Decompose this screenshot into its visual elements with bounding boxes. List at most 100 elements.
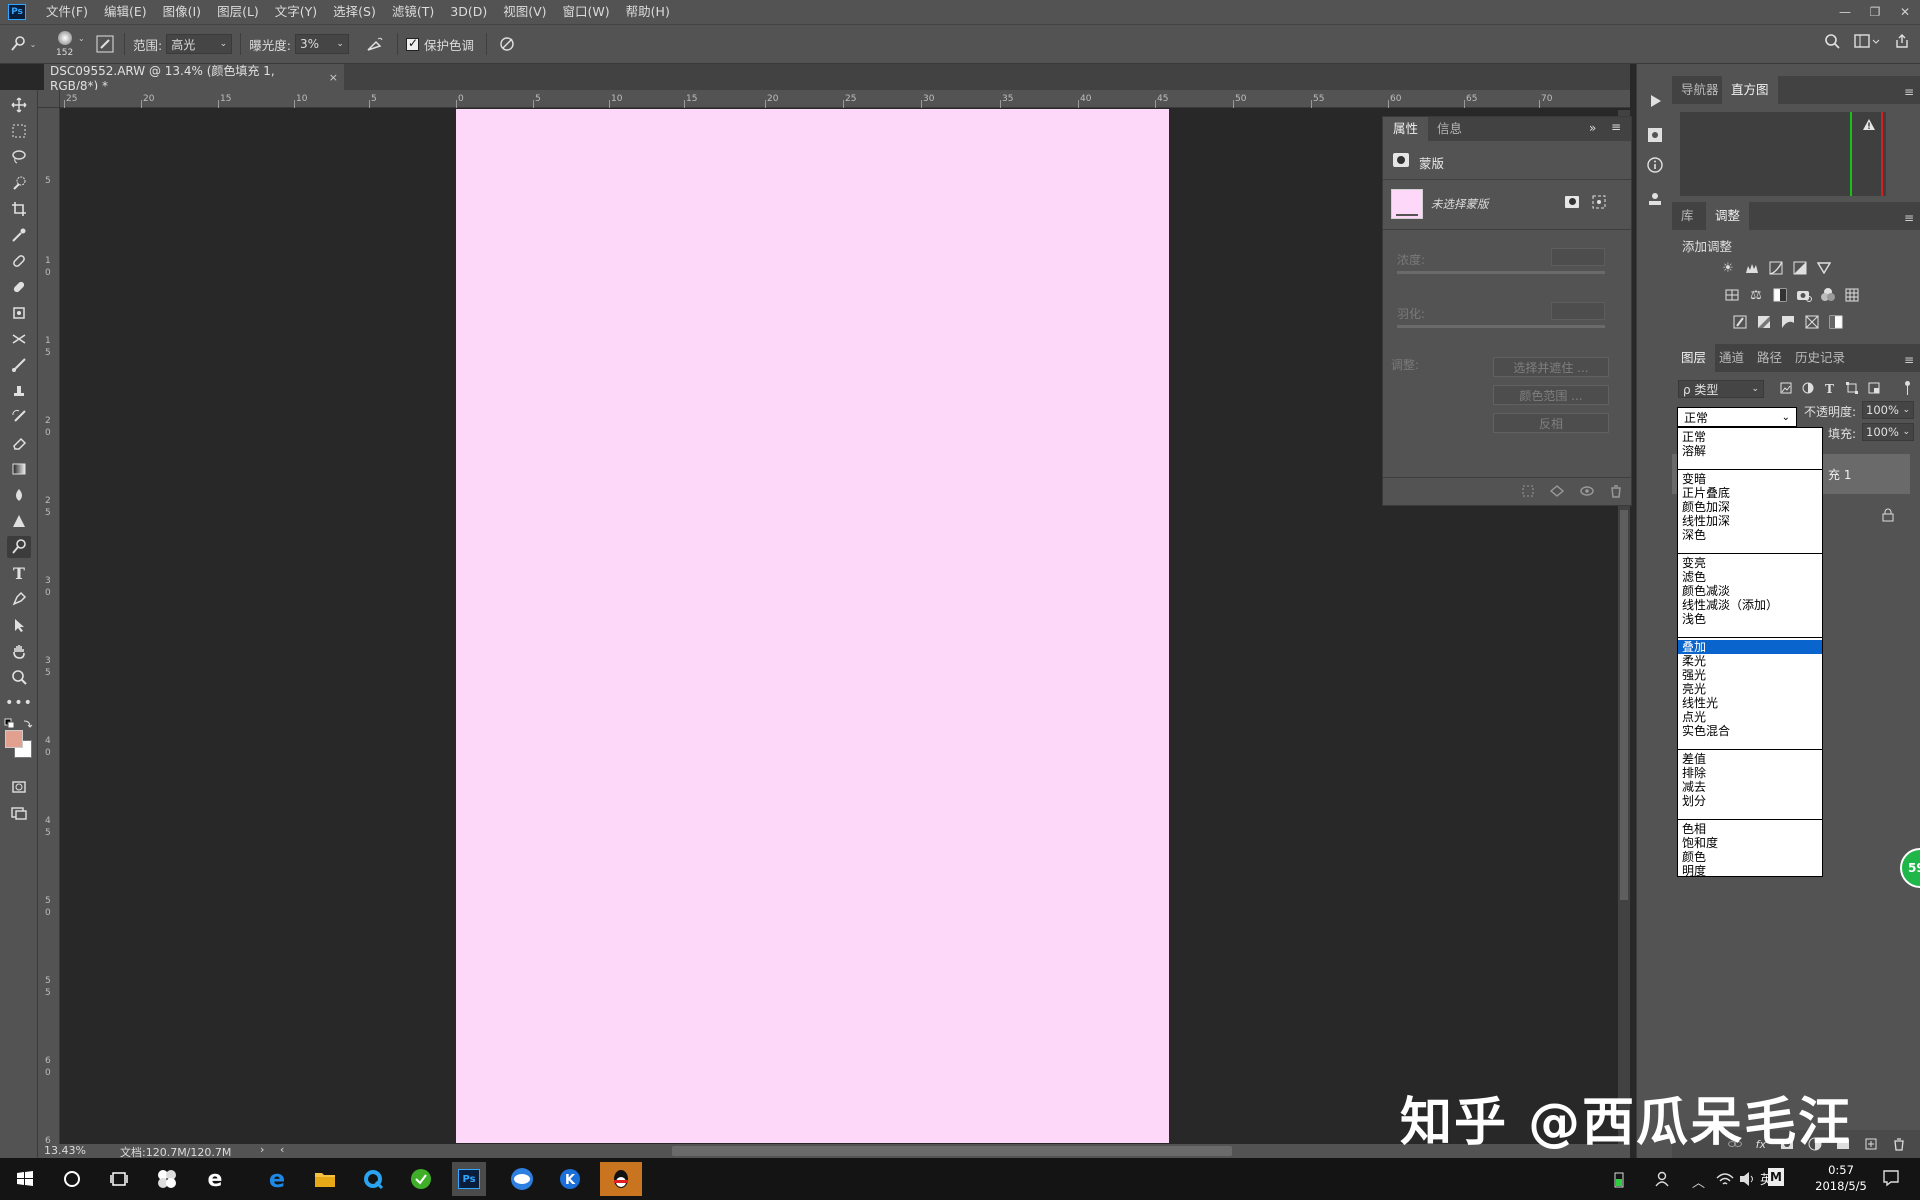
density-slider[interactable]	[1397, 271, 1605, 274]
task-view-icon[interactable]	[102, 1162, 136, 1196]
menu-layer[interactable]: 图层(L)	[209, 0, 267, 24]
play-actions-icon[interactable]	[1644, 90, 1666, 112]
menu-view[interactable]: 视图(V)	[495, 0, 554, 24]
patch-tool-icon[interactable]	[7, 302, 31, 324]
load-selection-icon[interactable]	[1521, 484, 1535, 498]
add-pixel-mask-icon[interactable]	[1565, 196, 1579, 208]
gradient-map-icon[interactable]	[1828, 314, 1844, 330]
tab-channels[interactable]: 通道	[1710, 344, 1753, 372]
blend-option[interactable]: 变亮	[1678, 556, 1822, 570]
workspace-icon[interactable]	[1854, 33, 1880, 49]
density-input[interactable]	[1551, 248, 1605, 266]
info-dock-icon[interactable]	[1644, 154, 1666, 176]
selective-color-icon[interactable]	[1804, 314, 1820, 330]
feather-slider[interactable]	[1397, 325, 1605, 328]
dodge-tool-icon[interactable]	[7, 536, 31, 558]
adjustments-menu-icon[interactable]: ≡	[1904, 211, 1914, 225]
close-window-button[interactable]: ✕	[1890, 0, 1920, 24]
blend-option[interactable]: 强光	[1678, 668, 1822, 682]
document-tab[interactable]: DSC09552.ARW @ 13.4% (颜色填充 1, RGB/8*) * …	[44, 64, 344, 93]
volume-tray-icon[interactable]	[1738, 1170, 1756, 1188]
brush-tool-icon[interactable]	[7, 354, 31, 376]
menu-image[interactable]: 图像(I)	[155, 0, 209, 24]
filter-type-icon[interactable]: T	[1824, 382, 1836, 394]
search-icon[interactable]	[1824, 33, 1840, 49]
blend-option[interactable]: 叠加	[1678, 640, 1822, 654]
blend-option[interactable]: 线性减淡（添加）	[1678, 598, 1822, 612]
channel-mixer-icon[interactable]	[1820, 287, 1836, 303]
close-tab-icon[interactable]: ×	[329, 71, 338, 84]
move-tool-icon[interactable]	[7, 94, 31, 116]
invert-adjust-icon[interactable]	[1732, 314, 1748, 330]
black-white-icon[interactable]	[1772, 287, 1788, 303]
filter-toggle[interactable]	[1900, 381, 1914, 395]
blend-option[interactable]: 差值	[1678, 752, 1822, 766]
panel-menu-icon[interactable]: ≡	[1611, 120, 1621, 134]
blur-tool-icon[interactable]	[7, 484, 31, 506]
adjustment-presets-dock-icon[interactable]	[1644, 188, 1666, 210]
threshold-icon[interactable]	[1780, 314, 1796, 330]
properties-dock-icon[interactable]	[1644, 124, 1666, 146]
sharpen-tool-icon[interactable]	[7, 510, 31, 532]
minimize-button[interactable]: —	[1830, 0, 1860, 24]
clone-stamp-tool-icon[interactable]	[7, 380, 31, 402]
exposure-adjust-icon[interactable]	[1792, 260, 1808, 276]
photo-filter-icon[interactable]	[1796, 287, 1812, 303]
menu-filter[interactable]: 滤镜(T)	[384, 0, 442, 24]
blend-option[interactable]: 颜色减淡	[1678, 584, 1822, 598]
restore-button[interactable]: ❐	[1860, 0, 1890, 24]
network-tray-icon[interactable]	[1716, 1170, 1734, 1188]
crop-tool-icon[interactable]	[7, 198, 31, 220]
zoom-tool-icon[interactable]	[7, 666, 31, 688]
collapse-panel-icon[interactable]: »	[1589, 121, 1596, 135]
color-lookup-icon[interactable]	[1844, 287, 1860, 303]
marquee-tool-icon[interactable]	[7, 120, 31, 142]
photoshop-taskbar-icon[interactable]: Ps	[452, 1162, 486, 1196]
filter-adjustment-icon[interactable]	[1802, 382, 1814, 394]
airbrush-toggle[interactable]	[361, 36, 389, 52]
file-explorer-icon[interactable]	[308, 1162, 342, 1196]
layers-menu-icon[interactable]: ≡	[1904, 353, 1914, 367]
color-balance-icon[interactable]: ⚖	[1748, 287, 1764, 303]
browser-e-icon[interactable]: e	[198, 1162, 232, 1196]
menu-edit[interactable]: 编辑(E)	[96, 0, 155, 24]
delete-mask-icon[interactable]	[1609, 484, 1623, 498]
blend-option[interactable]: 颜色加深	[1678, 500, 1822, 514]
screen-mode-icon[interactable]	[7, 802, 31, 824]
tab-histogram[interactable]: 直方图	[1722, 76, 1778, 104]
tab-properties[interactable]: 属性	[1383, 117, 1429, 141]
blend-option[interactable]: 点光	[1678, 710, 1822, 724]
quick-select-tool-icon[interactable]	[7, 172, 31, 194]
opacity-input[interactable]: 100% ⌄	[1862, 401, 1914, 419]
menu-type[interactable]: 文字(Y)	[267, 0, 325, 24]
scroll-left-icon[interactable]: ‹	[280, 1143, 284, 1156]
blend-option[interactable]: 饱和度	[1678, 836, 1822, 850]
menu-file[interactable]: 文件(F)	[38, 0, 96, 24]
blend-mode-select[interactable]: 正常 ⌄	[1677, 407, 1797, 427]
blend-option[interactable]: 颜色	[1678, 850, 1822, 864]
pressure-toggle[interactable]	[495, 36, 519, 52]
menu-3d[interactable]: 3D(D)	[442, 0, 495, 24]
app-green-icon[interactable]	[404, 1162, 438, 1196]
blend-option[interactable]: 色相	[1678, 822, 1822, 836]
tab-paths[interactable]: 路径	[1748, 344, 1791, 372]
more-tools-icon[interactable]: •••	[5, 692, 32, 714]
menu-window[interactable]: 窗口(W)	[555, 0, 618, 24]
windows-start-icon[interactable]	[8, 1162, 42, 1196]
blend-option[interactable]: 划分	[1678, 794, 1822, 808]
content-aware-move-tool-icon[interactable]	[7, 328, 31, 350]
blend-option[interactable]: 滤色	[1678, 570, 1822, 584]
blend-option[interactable]: 柔光	[1678, 654, 1822, 668]
range-select[interactable]: 高光 ⌄	[166, 34, 233, 54]
blend-option[interactable]: 浅色	[1678, 612, 1822, 626]
fill-input[interactable]: 100% ⌄	[1862, 423, 1914, 441]
type-tool-icon[interactable]: T	[7, 562, 31, 584]
history-brush-tool-icon[interactable]	[7, 406, 31, 428]
menu-help[interactable]: 帮助(H)	[618, 0, 678, 24]
spot-healing-tool-icon[interactable]	[7, 250, 31, 272]
hand-tool-icon[interactable]	[7, 640, 31, 662]
document-canvas[interactable]	[456, 109, 1169, 1143]
tab-info[interactable]: 信息	[1427, 117, 1472, 141]
warning-icon[interactable]	[1862, 118, 1876, 131]
app-k-icon[interactable]: K	[553, 1162, 587, 1196]
